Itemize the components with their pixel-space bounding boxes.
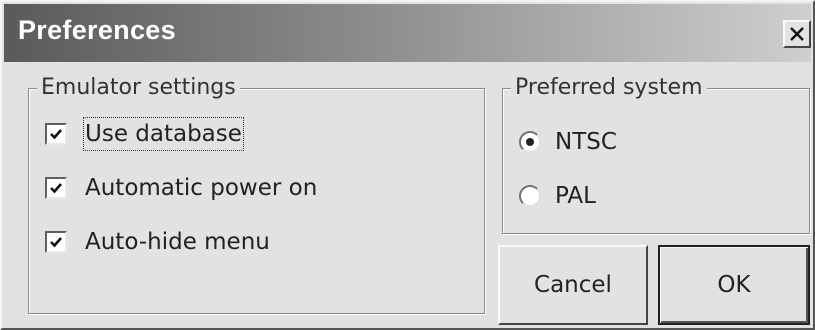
preferences-dialog: Preferences Emulator settings Use databa…	[0, 0, 815, 330]
preferred-system-group: Preferred system NTSC PAL	[502, 73, 810, 234]
ntsc-radio[interactable]	[519, 131, 541, 153]
cancel-button[interactable]: Cancel	[498, 245, 648, 325]
pal-radio[interactable]	[519, 185, 541, 207]
emulator-settings-group: Emulator settings Use database Automatic…	[28, 73, 485, 314]
ntsc-label[interactable]: NTSC	[555, 127, 617, 157]
auto-hide-menu-checkbox[interactable]	[45, 231, 67, 253]
preferred-system-legend: Preferred system	[511, 73, 707, 103]
ok-button-label: OK	[717, 272, 751, 298]
use-database-label[interactable]: Use database	[83, 117, 244, 151]
title-bar[interactable]: Preferences	[4, 4, 811, 62]
checkmark-icon	[50, 237, 62, 248]
emulator-settings-legend: Emulator settings	[37, 73, 240, 103]
checkmark-icon	[50, 183, 62, 194]
dialog-title: Preferences	[18, 15, 176, 45]
ok-button[interactable]: OK	[658, 245, 810, 325]
automatic-power-on-label[interactable]: Automatic power on	[85, 173, 317, 203]
cancel-button-label: Cancel	[534, 272, 612, 298]
close-button[interactable]	[783, 20, 811, 48]
pal-label[interactable]: PAL	[555, 181, 596, 211]
radio-selected-dot	[526, 138, 534, 146]
auto-hide-menu-label[interactable]: Auto-hide menu	[85, 227, 270, 257]
use-database-checkbox[interactable]	[45, 123, 67, 145]
checkmark-icon	[50, 129, 62, 140]
close-icon	[790, 27, 804, 41]
automatic-power-on-checkbox[interactable]	[45, 177, 67, 199]
